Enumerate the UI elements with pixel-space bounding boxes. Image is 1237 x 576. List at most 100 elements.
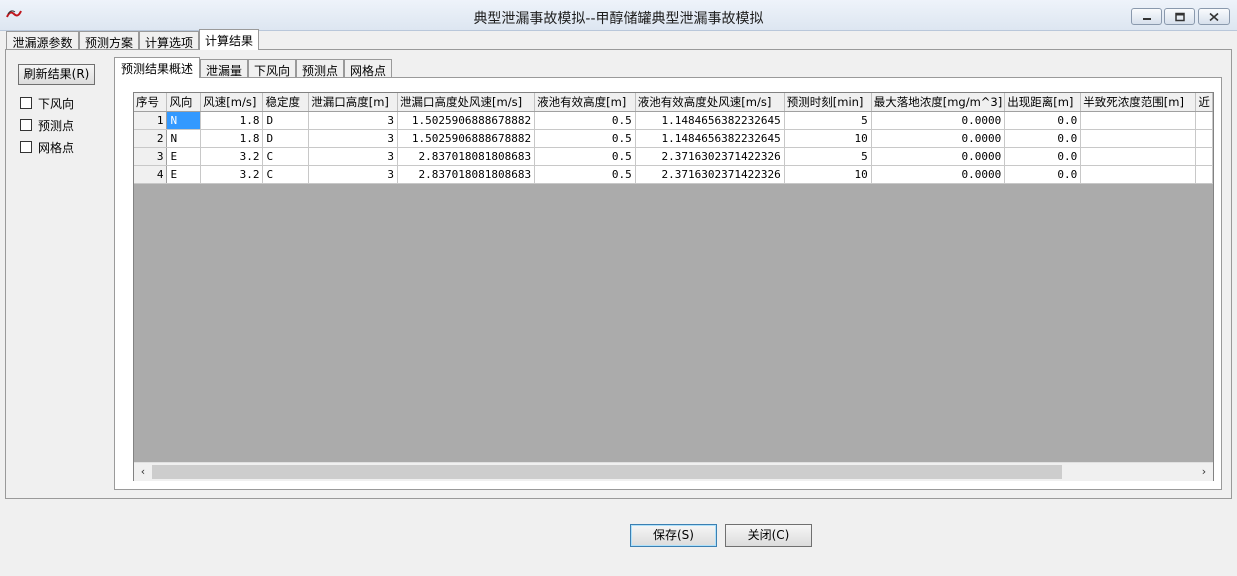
cell-leak-height-wind[interactable]: 2.837018081808683	[397, 147, 536, 166]
row-index: 2	[134, 129, 168, 148]
col-header[interactable]: 液池有效高度处风速[m/s]	[635, 93, 785, 112]
cell-pool-height[interactable]: 0.5	[534, 165, 636, 184]
cell-leak-height-wind[interactable]: 1.5025906888678882	[397, 129, 536, 148]
table-row[interactable]: 1 N 1.8 D 3 1.5025906888678882 0.5 1.148…	[134, 111, 1213, 130]
cell-wind-direction[interactable]: E	[166, 165, 202, 184]
cell-extra[interactable]	[1195, 147, 1213, 166]
table-header-row: 序号 风向 风速[m/s] 稳定度 泄漏口高度[m] 泄漏口高度处风速[m/s]…	[134, 93, 1213, 112]
table-row[interactable]: 4 E 3.2 C 3 2.837018081808683 0.5 2.3716…	[134, 165, 1213, 184]
cell-lc50-range[interactable]	[1080, 165, 1197, 184]
cell-leak-height[interactable]: 3	[308, 147, 399, 166]
col-header[interactable]: 预测时刻[min]	[784, 93, 872, 112]
tab-calc-results[interactable]: 计算结果	[199, 29, 259, 50]
cell-stability[interactable]: C	[262, 165, 310, 184]
cell-lc50-range[interactable]	[1080, 147, 1197, 166]
cell-extra[interactable]	[1195, 165, 1213, 184]
tab-leak-source-params[interactable]: 泄漏源参数	[6, 31, 79, 50]
cell-distance[interactable]: 0.0	[1004, 129, 1082, 148]
cell-forecast-time[interactable]: 10	[784, 129, 872, 148]
cell-leak-height[interactable]: 3	[308, 129, 399, 148]
close-button[interactable]: 关闭(C)	[725, 524, 812, 547]
cell-wind-speed[interactable]: 3.2	[200, 147, 264, 166]
checkbox-box[interactable]	[20, 97, 32, 109]
cell-pool-height-wind[interactable]: 2.3716302371422326	[635, 147, 785, 166]
cell-wind-speed[interactable]: 3.2	[200, 165, 264, 184]
col-header[interactable]: 泄漏口高度处风速[m/s]	[397, 93, 536, 112]
cell-max-concentration[interactable]: 0.0000	[871, 129, 1006, 148]
col-header[interactable]: 出现距离[m]	[1004, 93, 1082, 112]
col-header[interactable]: 液池有效高度[m]	[534, 93, 636, 112]
col-header[interactable]: 半致死浓度范围[m]	[1080, 93, 1197, 112]
cell-max-concentration[interactable]: 0.0000	[871, 147, 1006, 166]
horizontal-scrollbar[interactable]: ‹ ›	[134, 462, 1213, 481]
cell-distance[interactable]: 0.0	[1004, 111, 1082, 130]
cell-max-concentration[interactable]: 0.0000	[871, 111, 1006, 130]
row-index: 1	[134, 111, 168, 130]
cell-stability[interactable]: D	[262, 129, 310, 148]
cell-wind-direction[interactable]: E	[166, 147, 202, 166]
close-window-button[interactable]	[1198, 8, 1230, 25]
tab-downwind[interactable]: 下风向	[248, 59, 296, 78]
checkbox-label: 网格点	[38, 141, 75, 155]
col-header[interactable]: 风速[m/s]	[200, 93, 264, 112]
cell-wind-direction[interactable]: N	[166, 129, 202, 148]
col-header[interactable]: 近	[1195, 93, 1213, 112]
cell-forecast-time[interactable]: 5	[784, 111, 872, 130]
checkbox-box[interactable]	[20, 119, 32, 131]
cell-wind-direction[interactable]: N	[166, 111, 202, 130]
window-title: 典型泄漏事故模拟--甲醇储罐典型泄漏事故模拟	[473, 11, 764, 27]
cell-stability[interactable]: D	[262, 111, 310, 130]
cell-pool-height[interactable]: 0.5	[534, 111, 636, 130]
row-index: 4	[134, 165, 168, 184]
save-button[interactable]: 保存(S)	[630, 524, 717, 547]
tab-prediction-plan[interactable]: 预测方案	[79, 31, 139, 50]
tab-calc-options[interactable]: 计算选项	[139, 31, 199, 50]
cell-forecast-time[interactable]: 10	[784, 165, 872, 184]
tab-leak-amount[interactable]: 泄漏量	[200, 59, 248, 78]
cell-wind-speed[interactable]: 1.8	[200, 129, 264, 148]
checkbox-label: 预测点	[38, 119, 75, 133]
minimize-button[interactable]	[1131, 8, 1162, 25]
cell-leak-height[interactable]: 3	[308, 111, 399, 130]
cell-pool-height-wind[interactable]: 2.3716302371422326	[635, 165, 785, 184]
cell-lc50-range[interactable]	[1080, 129, 1197, 148]
col-header[interactable]: 序号	[134, 93, 168, 112]
col-header[interactable]: 稳定度	[262, 93, 310, 112]
checkbox-label: 下风向	[38, 97, 75, 111]
cell-pool-height-wind[interactable]: 1.1484656382232645	[635, 129, 785, 148]
tab-prediction-points[interactable]: 预测点	[296, 59, 344, 78]
arrow-left-icon[interactable]: ‹	[136, 465, 150, 479]
cell-extra[interactable]	[1195, 111, 1213, 130]
table-row[interactable]: 3 E 3.2 C 3 2.837018081808683 0.5 2.3716…	[134, 147, 1213, 166]
cell-distance[interactable]: 0.0	[1004, 165, 1082, 184]
title-bar: 典型泄漏事故模拟--甲醇储罐典型泄漏事故模拟	[0, 0, 1237, 31]
cell-pool-height[interactable]: 0.5	[534, 129, 636, 148]
cell-lc50-range[interactable]	[1080, 111, 1197, 130]
maximize-icon	[1174, 12, 1185, 21]
checkbox-box[interactable]	[20, 141, 32, 153]
cell-pool-height-wind[interactable]: 1.1484656382232645	[635, 111, 785, 130]
cell-distance[interactable]: 0.0	[1004, 147, 1082, 166]
refresh-results-button[interactable]: 刷新结果(R)	[18, 64, 95, 85]
cell-leak-height[interactable]: 3	[308, 165, 399, 184]
cell-wind-speed[interactable]: 1.8	[200, 111, 264, 130]
col-header[interactable]: 泄漏口高度[m]	[308, 93, 399, 112]
tab-grid-points[interactable]: 网格点	[344, 59, 392, 78]
cell-leak-height-wind[interactable]: 1.5025906888678882	[397, 111, 536, 130]
table-row[interactable]: 2 N 1.8 D 3 1.5025906888678882 0.5 1.148…	[134, 129, 1213, 148]
row-index: 3	[134, 147, 168, 166]
scrollbar-thumb[interactable]	[152, 465, 1062, 479]
minimize-icon	[1142, 17, 1151, 20]
arrow-right-icon[interactable]: ›	[1197, 465, 1211, 479]
tab-result-overview[interactable]: 预测结果概述	[114, 57, 200, 78]
col-header[interactable]: 最大落地浓度[mg/m^3]	[871, 93, 1006, 112]
cell-forecast-time[interactable]: 5	[784, 147, 872, 166]
cell-leak-height-wind[interactable]: 2.837018081808683	[397, 165, 536, 184]
cell-pool-height[interactable]: 0.5	[534, 147, 636, 166]
maximize-button[interactable]	[1164, 8, 1195, 25]
col-header[interactable]: 风向	[166, 93, 202, 112]
cell-extra[interactable]	[1195, 129, 1213, 148]
results-grid[interactable]: 序号 风向 风速[m/s] 稳定度 泄漏口高度[m] 泄漏口高度处风速[m/s]…	[133, 92, 1214, 481]
cell-max-concentration[interactable]: 0.0000	[871, 165, 1006, 184]
cell-stability[interactable]: C	[262, 147, 310, 166]
